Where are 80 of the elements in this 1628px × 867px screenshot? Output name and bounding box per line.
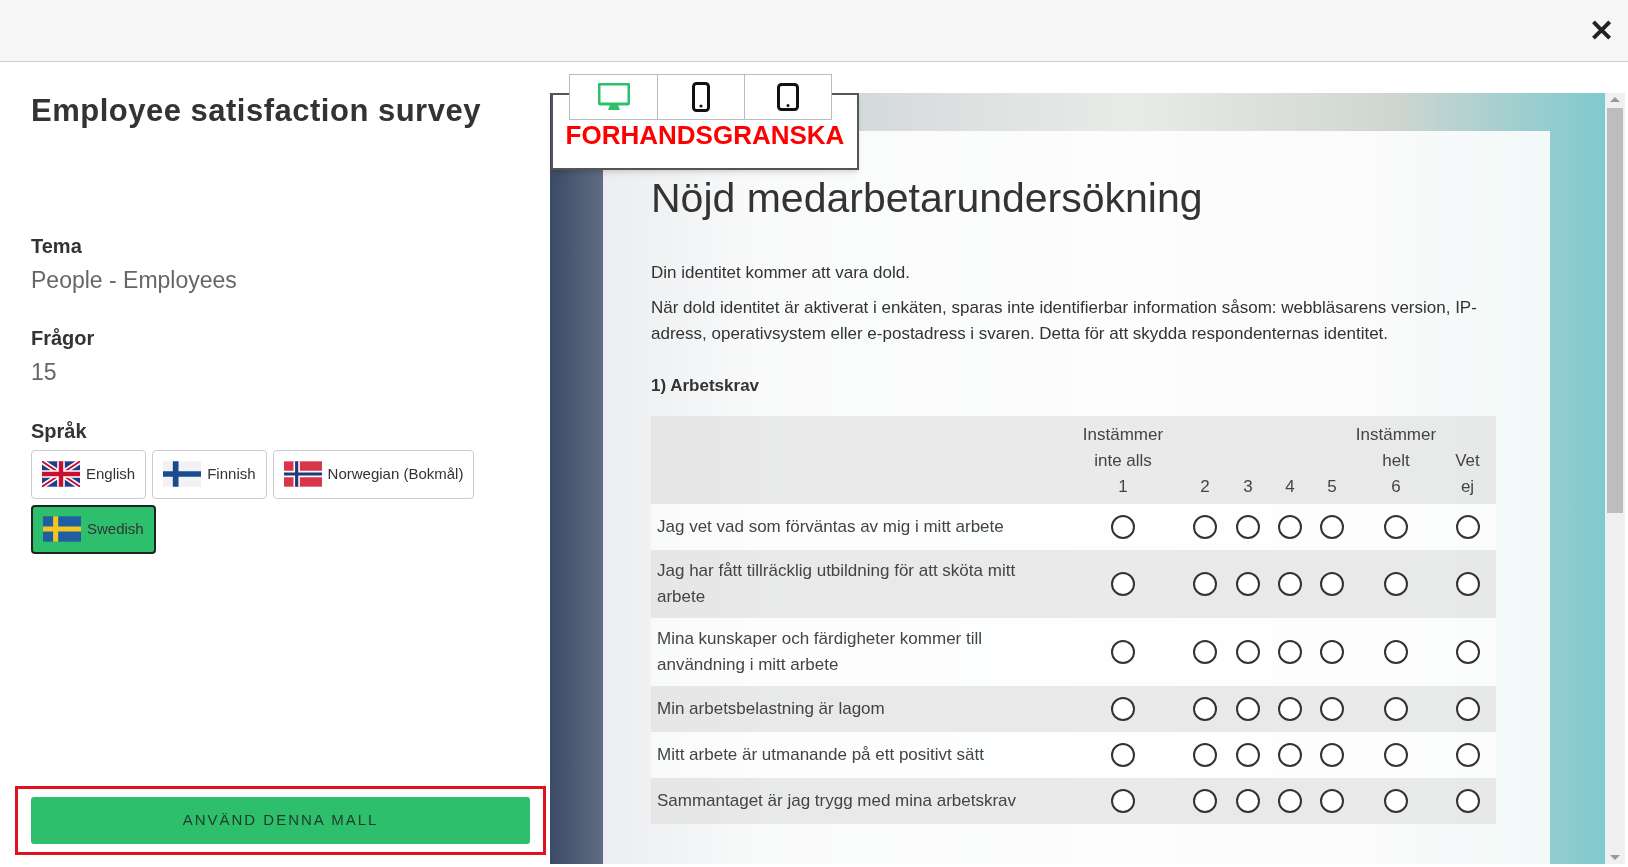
radio-button[interactable] <box>1236 696 1260 721</box>
flag-icon <box>283 461 322 487</box>
statement-text: Mina kunskaper och färdigheter kommer till användning i mitt arbete <box>656 627 984 676</box>
column-header: 2 <box>1199 475 1211 498</box>
radio-button[interactable] <box>1320 571 1344 596</box>
intro-paragraph: När dold identitet är aktiverat i enkäten, sparas inte identifierbar information såsom: webbläsarens version, IP-adress, operativsystem eller e-postadress i svaren. Detta för att skydda respondenternas identitet. <box>651 297 1478 346</box>
questions-label: Frågor <box>31 326 96 351</box>
radio-button[interactable] <box>1455 742 1480 767</box>
monitor-icon <box>597 83 630 111</box>
radio-button[interactable] <box>1278 742 1302 767</box>
radio-button[interactable] <box>1193 639 1217 664</box>
radio-button[interactable] <box>1384 639 1408 664</box>
flag-icon <box>163 461 202 487</box>
statement-text: Sammantaget är jag trygg med mina arbetskrav <box>656 789 1018 812</box>
radio-button[interactable] <box>1236 788 1260 813</box>
theme-label: Tema <box>31 233 83 259</box>
statement-text: Min arbetsbelastning är lagom <box>656 697 886 720</box>
language-button[interactable]: English <box>31 449 147 499</box>
column-header: 5 <box>1326 475 1338 498</box>
radio-button[interactable] <box>1384 788 1408 813</box>
radio-button[interactable] <box>1320 788 1344 813</box>
question-title: 1) Arbetskrav <box>651 375 761 398</box>
flag-icon <box>43 516 81 542</box>
survey-heading: Nöjd medarbetarundersökning <box>651 174 1204 223</box>
column-header: 3 <box>1242 475 1254 498</box>
radio-button[interactable] <box>1455 639 1480 664</box>
radio-button[interactable] <box>1236 742 1260 767</box>
radio-button[interactable] <box>1111 571 1135 596</box>
radio-button[interactable] <box>1193 571 1217 596</box>
radio-button[interactable] <box>1455 514 1480 539</box>
close-button[interactable]: ✕ <box>1585 15 1618 46</box>
radio-button[interactable] <box>1455 696 1480 721</box>
radio-button[interactable] <box>1193 788 1217 813</box>
radio-button[interactable] <box>1320 742 1344 767</box>
language-button[interactable]: Finnish <box>152 449 267 499</box>
intro-paragraph: Din identitet kommer att vara dold. <box>651 262 911 285</box>
theme-value: People - Employees <box>31 265 238 295</box>
language-label: Språk <box>31 418 88 444</box>
radio-button[interactable] <box>1455 788 1480 813</box>
radio-button[interactable] <box>1236 571 1260 596</box>
language-button[interactable]: Swedish <box>31 504 156 554</box>
radio-button[interactable] <box>1384 742 1408 767</box>
radio-button[interactable] <box>1111 742 1135 767</box>
radio-button[interactable] <box>1384 514 1408 539</box>
column-header: Instämmer inte alls 1 <box>1081 423 1165 498</box>
radio-button[interactable] <box>1384 696 1408 721</box>
radio-button[interactable] <box>1111 639 1135 664</box>
radio-button[interactable] <box>1455 571 1480 596</box>
language-button[interactable]: Norwegian (Bokmål) <box>272 449 475 499</box>
radio-button[interactable] <box>1193 514 1217 539</box>
tablet-icon <box>777 83 799 111</box>
radio-button[interactable] <box>1111 696 1135 721</box>
radio-button[interactable] <box>1236 639 1260 664</box>
column-header: Instämmer helt 6 <box>1354 423 1438 498</box>
statement-text: Jag vet vad som förväntas av mig i mitt arbete <box>656 515 1005 538</box>
radio-button[interactable] <box>1111 514 1135 539</box>
survey-title: Employee satisfaction survey <box>31 92 482 130</box>
radio-button[interactable] <box>1320 514 1344 539</box>
radio-button[interactable] <box>1384 571 1408 596</box>
radio-button[interactable] <box>1236 514 1260 539</box>
column-header: Vet ej <box>1454 449 1481 498</box>
use-template-button[interactable]: ANVÄND DENNA MALL <box>31 797 530 844</box>
radio-button[interactable] <box>1320 639 1344 664</box>
flag-icon <box>42 461 80 487</box>
column-header: 4 <box>1284 475 1296 498</box>
radio-button[interactable] <box>1193 696 1217 721</box>
radio-button[interactable] <box>1278 639 1302 664</box>
scrollbar-thumb[interactable] <box>1607 108 1623 513</box>
statement-text: Jag har fått tillräcklig utbildning för att sköta mitt arbete <box>656 559 1017 608</box>
radio-button[interactable] <box>1193 742 1217 767</box>
statement-text: Mitt arbete är utmanande på ett positivt sätt <box>656 743 985 766</box>
radio-button[interactable] <box>1278 514 1302 539</box>
radio-button[interactable] <box>1320 696 1344 721</box>
questions-value: 15 <box>31 358 58 387</box>
radio-button[interactable] <box>1278 788 1302 813</box>
radio-button[interactable] <box>1111 788 1135 813</box>
radio-button[interactable] <box>1278 571 1302 596</box>
radio-button[interactable] <box>1278 696 1302 721</box>
phone-icon <box>692 82 710 112</box>
preview-label: FORHANDSGRANSKA <box>565 122 845 148</box>
